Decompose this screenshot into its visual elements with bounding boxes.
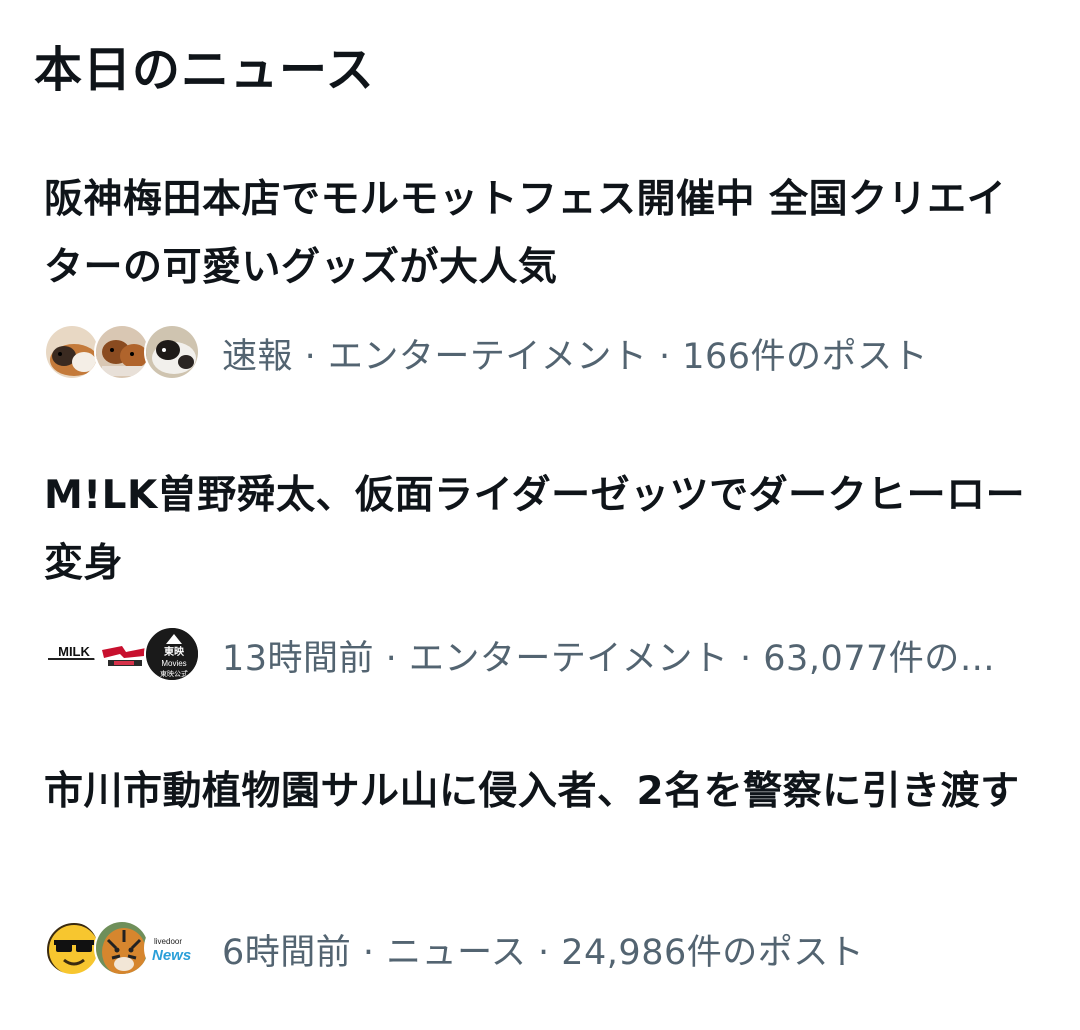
news-meta: MILK 東映 Movies 東映公式 13時間前 · エンターテイメント · … bbox=[44, 626, 1022, 684]
news-meta-text: 13時間前 · エンターテイメント · 63,077件のポ... bbox=[222, 638, 1022, 679]
tiger-avatar bbox=[94, 920, 150, 976]
news-meta-text: 速報 · エンターテイメント · 166件のポスト bbox=[222, 336, 929, 377]
livedoor-news-avatar: livedoor News bbox=[144, 920, 200, 976]
toei-logo-text: 東映 bbox=[164, 645, 185, 658]
livedoor-label: livedoor bbox=[154, 937, 182, 946]
avatar-group bbox=[44, 324, 204, 382]
toei-official-text: 東映公式 bbox=[160, 669, 188, 678]
milk-logo-text: MILK bbox=[58, 644, 90, 659]
avatar-group: MILK 東映 Movies 東映公式 bbox=[44, 626, 204, 684]
section-title: 本日のニュース bbox=[34, 42, 375, 98]
news-headline[interactable]: 阪神梅田本店でモルモットフェス開催中 全国クリエイターの可愛いグッズが大人気 bbox=[44, 166, 1044, 302]
news-item[interactable]: 阪神梅田本店でモルモットフェス開催中 全国クリエイターの可愛いグッズが大人気 速… bbox=[0, 160, 1080, 400]
news-meta: 速報 · エンターテイメント · 166件のポスト bbox=[44, 324, 928, 382]
news-meta-text: 6時間前 · ニュース · 24,986件のポスト bbox=[222, 932, 865, 973]
news-meta: livedoor News 6時間前 · ニュース · 24,986件のポスト bbox=[44, 920, 864, 978]
guinea-pig-avatar bbox=[144, 324, 200, 380]
milk-logo-avatar: MILK bbox=[44, 626, 100, 682]
news-headline[interactable]: 市川市動植物園サル山に侵入者、2名を警察に引き渡す bbox=[44, 758, 1044, 826]
livedoor-news-label: News bbox=[152, 947, 191, 964]
toei-movies-text: Movies bbox=[161, 659, 186, 668]
avatar-group: livedoor News bbox=[44, 920, 204, 978]
sunglasses-emoji-avatar bbox=[44, 920, 100, 976]
guinea-pig-avatar bbox=[44, 324, 100, 380]
news-item[interactable]: M!LK曽野舜太、仮面ライダーゼッツでダークヒーロー変身 MILK 東映 Mov… bbox=[0, 462, 1080, 702]
toei-movies-avatar: 東映 Movies 東映公式 bbox=[144, 626, 200, 682]
guinea-pig-avatar bbox=[94, 324, 150, 380]
news-item[interactable]: 市川市動植物園サル山に侵入者、2名を警察に引き渡す livedoor News … bbox=[0, 758, 1080, 998]
kamen-rider-avatar bbox=[94, 626, 150, 682]
news-headline[interactable]: M!LK曽野舜太、仮面ライダーゼッツでダークヒーロー変身 bbox=[44, 462, 1044, 598]
